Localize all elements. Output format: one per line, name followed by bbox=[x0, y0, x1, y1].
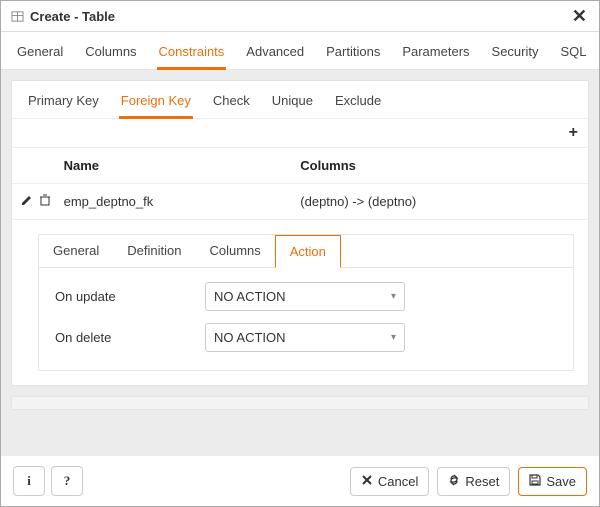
create-table-dialog: Create - Table ✕ General Columns Constra… bbox=[0, 0, 600, 507]
tab-partitions[interactable]: Partitions bbox=[324, 40, 382, 69]
fk-action-body: On update NO ACTION ▾ On delete NO ACTIO… bbox=[39, 267, 573, 370]
col-header-columns: Columns bbox=[292, 148, 588, 184]
constraints-panel: Primary Key Foreign Key Check Unique Exc… bbox=[11, 80, 589, 386]
on-delete-select[interactable]: NO ACTION ▾ bbox=[205, 323, 405, 352]
on-update-label: On update bbox=[55, 289, 205, 304]
save-button[interactable]: Save bbox=[518, 467, 587, 496]
col-header-name: Name bbox=[56, 148, 293, 184]
foreign-key-grid: Name Columns emp bbox=[12, 148, 588, 220]
recycle-icon bbox=[448, 474, 460, 489]
tab-advanced[interactable]: Advanced bbox=[244, 40, 306, 69]
main-tab-bar: General Columns Constraints Advanced Par… bbox=[1, 32, 599, 70]
tab-sql[interactable]: SQL bbox=[559, 40, 589, 69]
help-button[interactable]: ? bbox=[51, 466, 83, 496]
tab-general[interactable]: General bbox=[15, 40, 65, 69]
tab-primary-key[interactable]: Primary Key bbox=[26, 91, 101, 118]
tab-check[interactable]: Check bbox=[211, 91, 252, 118]
tab-foreign-key[interactable]: Foreign Key bbox=[119, 91, 193, 119]
tab-exclude[interactable]: Exclude bbox=[333, 91, 383, 118]
fk-tab-action[interactable]: Action bbox=[275, 235, 341, 268]
delete-row-icon[interactable] bbox=[38, 193, 52, 207]
save-label: Save bbox=[546, 474, 576, 489]
dialog-titlebar: Create - Table ✕ bbox=[1, 1, 599, 32]
cancel-button[interactable]: Cancel bbox=[350, 467, 429, 496]
info-icon: i bbox=[27, 473, 31, 489]
on-update-value: NO ACTION bbox=[214, 289, 286, 304]
tab-unique[interactable]: Unique bbox=[270, 91, 315, 118]
dialog-footer: i ? Cancel Reset bbox=[1, 455, 599, 506]
info-button[interactable]: i bbox=[13, 466, 45, 496]
caret-down-icon: ▾ bbox=[391, 291, 396, 302]
table-row: emp_deptno_fk (deptno) -> (deptno) bbox=[12, 184, 588, 220]
fk-name-cell[interactable]: emp_deptno_fk bbox=[56, 184, 293, 220]
fk-tab-definition[interactable]: Definition bbox=[113, 235, 195, 267]
tab-security[interactable]: Security bbox=[490, 40, 541, 69]
tab-parameters[interactable]: Parameters bbox=[400, 40, 471, 69]
reset-label: Reset bbox=[465, 474, 499, 489]
constraint-type-tabs: Primary Key Foreign Key Check Unique Exc… bbox=[12, 81, 588, 119]
save-icon bbox=[529, 474, 541, 489]
tab-columns[interactable]: Columns bbox=[83, 40, 138, 69]
table-icon bbox=[11, 10, 24, 23]
fk-tab-columns[interactable]: Columns bbox=[195, 235, 274, 267]
cancel-label: Cancel bbox=[378, 474, 418, 489]
on-delete-label: On delete bbox=[55, 330, 205, 345]
add-row-bar: + bbox=[12, 119, 588, 148]
add-constraint-button[interactable]: + bbox=[565, 123, 582, 143]
reset-button[interactable]: Reset bbox=[437, 467, 510, 496]
tab-constraints[interactable]: Constraints bbox=[157, 40, 227, 70]
dialog-body: Primary Key Foreign Key Check Unique Exc… bbox=[1, 70, 599, 455]
on-delete-value: NO ACTION bbox=[214, 330, 286, 345]
on-update-select[interactable]: NO ACTION ▾ bbox=[205, 282, 405, 311]
fk-detail-panel: General Definition Columns Action On upd… bbox=[38, 234, 574, 371]
help-icon: ? bbox=[64, 473, 71, 489]
fk-tab-general[interactable]: General bbox=[39, 235, 113, 267]
edit-row-icon[interactable] bbox=[20, 193, 34, 207]
close-button[interactable]: ✕ bbox=[570, 7, 589, 25]
fk-columns-cell: (deptno) -> (deptno) bbox=[292, 184, 588, 220]
caret-down-icon: ▾ bbox=[391, 332, 396, 343]
close-icon bbox=[361, 474, 373, 489]
fk-detail-tabs: General Definition Columns Action bbox=[39, 235, 573, 267]
dialog-title: Create - Table bbox=[30, 9, 570, 24]
status-bar bbox=[11, 396, 589, 410]
